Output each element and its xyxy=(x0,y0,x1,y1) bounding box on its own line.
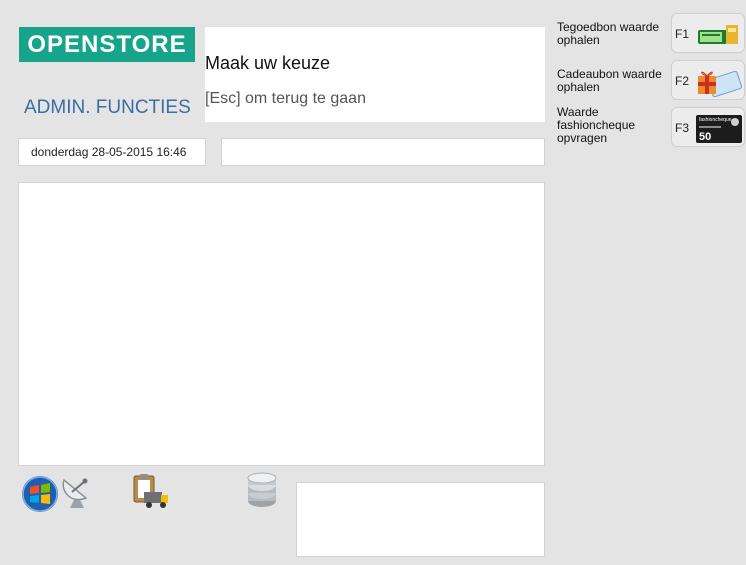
function-key-f1: F1 xyxy=(675,27,690,41)
datetime-display: donderdag 28-05-2015 16:46 xyxy=(18,138,206,166)
function-button-f3[interactable]: F3 fashioncheque 50 xyxy=(671,107,745,147)
main-panel xyxy=(18,182,545,466)
function-key-f2: F2 xyxy=(675,74,690,88)
satellite-dish-icon[interactable] xyxy=(58,474,94,510)
function-key-f3: F3 xyxy=(675,121,690,135)
section-title: ADMIN. FUNCTIES xyxy=(24,97,191,118)
function-label-f3: Waarde fashioncheque opvragen xyxy=(557,105,636,145)
function-button-f1[interactable]: F1 xyxy=(671,13,745,53)
windows-start-icon[interactable] xyxy=(20,474,60,514)
cash-register-icon xyxy=(698,25,738,44)
function-label-f1: Tegoedbon waarde ophalen xyxy=(557,20,660,47)
gift-card-icon xyxy=(698,70,742,97)
fashioncheque-brand: fashioncheque xyxy=(699,117,732,123)
fashioncheque-amount: 50 xyxy=(699,131,711,143)
prompt-panel: Maak uw keuze [Esc] om terug te gaan xyxy=(205,27,545,122)
prompt-hint: [Esc] om terug te gaan xyxy=(205,90,366,107)
fashioncheque-card-icon: fashioncheque 50 xyxy=(696,115,742,143)
prompt-title: Maak uw keuze xyxy=(205,53,331,73)
clipboard-truck-icon[interactable] xyxy=(130,474,170,510)
command-input[interactable] xyxy=(221,138,545,166)
function-button-f2[interactable]: F2 xyxy=(671,60,745,100)
function-label-f2: Cadeaubon waarde ophalen xyxy=(557,67,662,94)
database-icon[interactable] xyxy=(245,472,279,510)
openstore-logo: OPENSTORE xyxy=(19,27,195,62)
footer-panel xyxy=(296,482,545,557)
